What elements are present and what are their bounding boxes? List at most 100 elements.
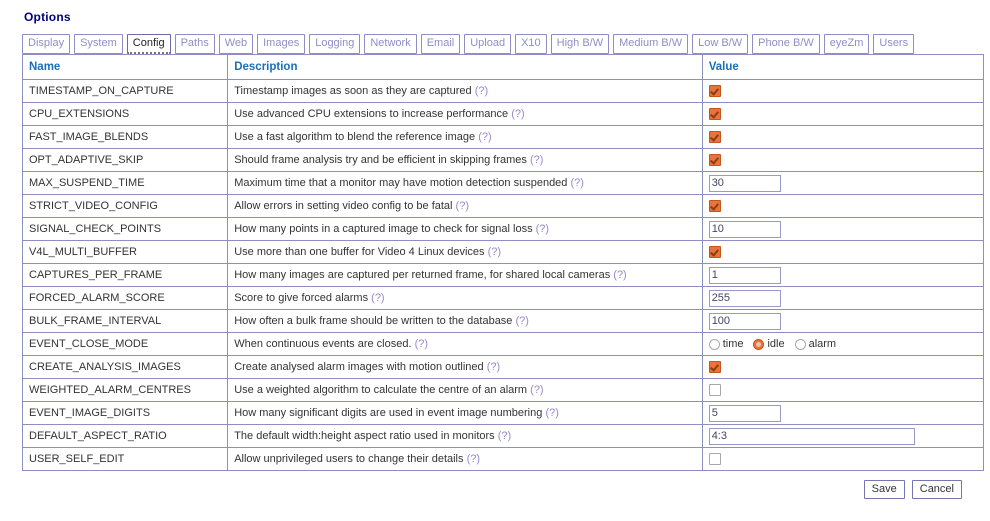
option-text-input[interactable] — [708, 174, 781, 192]
help-icon[interactable]: (?) — [545, 407, 558, 419]
option-checkbox[interactable] — [708, 384, 721, 397]
tab-x10[interactable]: X10 — [515, 34, 547, 54]
option-text-input[interactable] — [708, 289, 781, 307]
help-icon[interactable]: (?) — [475, 85, 488, 97]
option-description-text: How many points in a captured image to c… — [234, 223, 533, 235]
option-text-input[interactable] — [708, 404, 781, 422]
help-icon[interactable]: (?) — [456, 200, 469, 212]
table-row: MAX_SUSPEND_TIME Maximum time that a moni… — [21, 171, 985, 195]
radio-dot[interactable] — [753, 338, 765, 350]
option-value — [701, 447, 985, 471]
option-name: TIMESTAMP_ON_CAPTURE — [21, 79, 229, 103]
help-icon[interactable]: (?) — [530, 154, 543, 166]
option-description: Allow errors in setting video config to … — [227, 194, 703, 218]
option-description-text: Use a fast algorithm to blend the refere… — [234, 131, 476, 143]
option-name: USER_SELF_EDIT — [21, 447, 229, 471]
tab-web[interactable]: Web — [218, 34, 254, 54]
options-page: Options Display System Config Paths Web Image… — [0, 0, 990, 499]
help-icon[interactable]: (?) — [613, 269, 626, 281]
table-row: EVENT_IMAGE_DIGITS How many significant d… — [21, 401, 985, 425]
option-name: MAX_SUSPEND_TIME — [21, 171, 229, 195]
option-description-text: The default width:height aspect ratio us… — [234, 430, 495, 442]
table-row: STRICT_VIDEO_CONFIG Allow errors in setti… — [21, 194, 985, 218]
tab-low-b-w[interactable]: Low B/W — [692, 34, 749, 54]
option-text-input[interactable] — [708, 220, 781, 238]
option-name: OPT_ADAPTIVE_SKIP — [21, 148, 229, 172]
tab-network[interactable]: Network — [364, 34, 417, 54]
tab-medium-b-w[interactable]: Medium B/W — [613, 34, 689, 54]
radio-option-idle[interactable]: idle — [753, 338, 785, 350]
help-icon[interactable]: (?) — [511, 108, 524, 120]
tab-paths[interactable]: Paths — [174, 34, 215, 54]
column-header-name: Name — [21, 54, 229, 80]
help-icon[interactable]: (?) — [487, 361, 500, 373]
option-text-input[interactable] — [708, 266, 781, 284]
help-icon[interactable]: (?) — [478, 131, 491, 143]
option-radio-group: time idle alarm — [708, 338, 977, 350]
option-description: How many images are captured per returne… — [227, 263, 703, 287]
radio-option-alarm[interactable]: alarm — [794, 338, 836, 350]
option-value — [701, 148, 985, 172]
help-icon[interactable]: (?) — [516, 315, 529, 327]
tab-config[interactable]: Config — [126, 34, 171, 54]
option-text-input[interactable] — [708, 427, 915, 445]
tab-upload[interactable]: Upload — [464, 34, 512, 54]
column-header-description: Description — [227, 54, 703, 80]
radio-option-time[interactable]: time — [708, 338, 744, 350]
tab-system[interactable]: System — [74, 34, 123, 54]
help-icon[interactable]: (?) — [415, 338, 428, 350]
help-icon[interactable]: (?) — [498, 430, 511, 442]
save-button[interactable]: Save — [863, 480, 905, 499]
help-icon[interactable]: (?) — [570, 177, 583, 189]
option-name: CREATE_ANALYSIS_IMAGES — [21, 355, 229, 379]
tab-display[interactable]: Display — [22, 34, 71, 54]
option-value — [701, 240, 985, 264]
option-name: CPU_EXTENSIONS — [21, 102, 229, 126]
tab-bar: Display System Config Paths Web Images Logging… — [22, 34, 976, 54]
table-row: CAPTURES_PER_FRAME How many images are ca… — [21, 263, 985, 287]
tab-users[interactable]: Users — [873, 34, 915, 54]
tab-phone-b-w[interactable]: Phone B/W — [752, 34, 820, 54]
tab-images[interactable]: Images — [257, 34, 306, 54]
option-name: FAST_IMAGE_BLENDS — [21, 125, 229, 149]
option-checkbox[interactable] — [708, 200, 721, 213]
option-description-text: How many images are captured per returne… — [234, 269, 611, 281]
option-name: CAPTURES_PER_FRAME — [21, 263, 229, 287]
radio-dot[interactable] — [794, 338, 806, 350]
cancel-button[interactable]: Cancel — [911, 480, 962, 499]
option-name: BULK_FRAME_INTERVAL — [21, 309, 229, 333]
tab-eyezm[interactable]: eyeZm — [823, 34, 870, 54]
option-value — [701, 125, 985, 149]
tab-high-b-w[interactable]: High B/W — [550, 34, 610, 54]
option-checkbox[interactable] — [708, 131, 721, 144]
tab-logging[interactable]: Logging — [309, 34, 361, 54]
option-checkbox[interactable] — [708, 361, 721, 374]
table-header-row: Name Description Value — [21, 54, 985, 80]
option-description: Use a fast algorithm to blend the refere… — [227, 125, 703, 149]
help-icon[interactable]: (?) — [371, 292, 384, 304]
option-description: The default width:height aspect ratio us… — [227, 424, 703, 448]
help-icon[interactable]: (?) — [536, 223, 549, 235]
option-description: Should frame analysis try and be efficie… — [227, 148, 703, 172]
page-title: Options — [24, 10, 71, 24]
radio-dot[interactable] — [708, 338, 720, 350]
option-checkbox[interactable] — [708, 85, 721, 98]
option-value — [701, 378, 985, 402]
option-description: Maximum time that a monitor may have mot… — [227, 171, 703, 195]
help-icon[interactable]: (?) — [467, 453, 480, 465]
option-checkbox[interactable] — [708, 108, 721, 121]
option-text-input[interactable] — [708, 312, 781, 330]
table-row: USER_SELF_EDIT Allow unprivileged users t… — [21, 447, 985, 471]
option-description-text: Maximum time that a monitor may have mot… — [234, 177, 568, 189]
tab-email[interactable]: Email — [420, 34, 461, 54]
option-description: Allow unprivileged users to change their… — [227, 447, 703, 471]
option-checkbox[interactable] — [708, 154, 721, 167]
option-value — [701, 401, 985, 425]
option-value — [701, 355, 985, 379]
help-icon[interactable]: (?) — [530, 384, 543, 396]
help-icon[interactable]: (?) — [488, 246, 501, 258]
option-description-text: How often a bulk frame should be written… — [234, 315, 513, 327]
radio-label: time — [722, 338, 744, 350]
option-checkbox[interactable] — [708, 453, 721, 466]
option-checkbox[interactable] — [708, 246, 721, 259]
